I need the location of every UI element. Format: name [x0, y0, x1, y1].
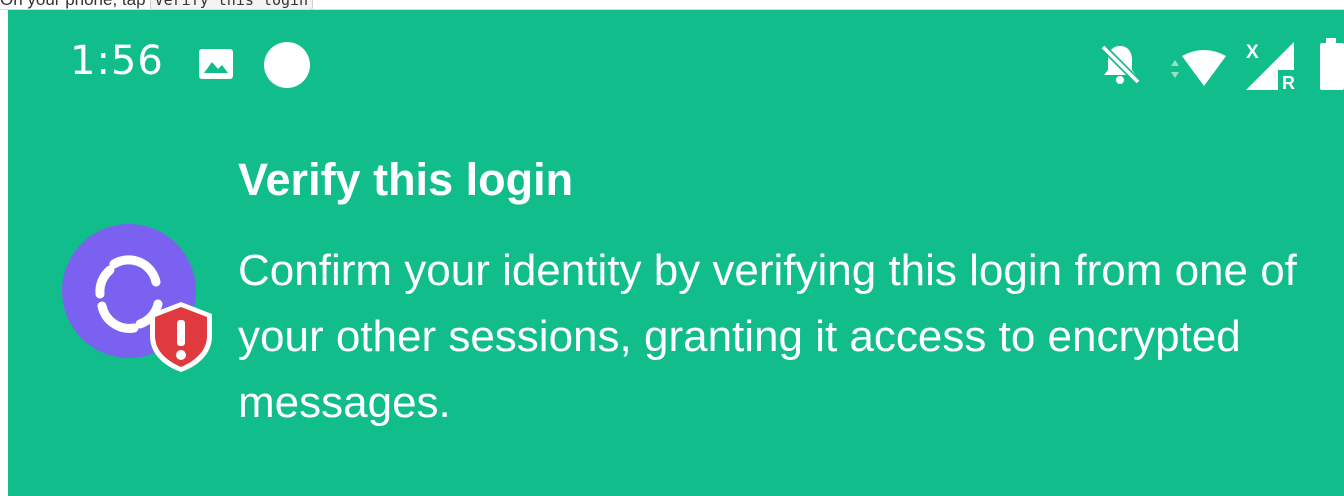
wifi-icon: [1171, 50, 1226, 86]
caption-instruction: On your phone, tap: [0, 0, 146, 9]
signal-icon: X R: [1246, 42, 1298, 92]
warning-shield-icon: [150, 302, 212, 372]
tutorial-caption: On your phone, tapVerify this login: [0, 0, 1344, 10]
notification-body[interactable]: Confirm your identity by verifying this …: [238, 238, 1318, 436]
status-clock: 1:56: [70, 38, 164, 84]
battery-icon: [1320, 38, 1344, 90]
caption-text: On your phone, tapVerify this login: [0, 0, 314, 9]
signal-r-label: R: [1282, 73, 1295, 92]
bell-off-icon: [1100, 44, 1141, 85]
circle-dot-icon: [264, 42, 310, 88]
status-bar: 1:56 X R: [8, 10, 1344, 120]
signal-x-label: X: [1246, 42, 1259, 63]
gallery-icon: [199, 49, 233, 79]
caption-code: Verify this login: [149, 0, 314, 9]
phone-screen: 1:56 X R Verify this login Confirm your …: [8, 10, 1344, 496]
notification-title[interactable]: Verify this login: [238, 150, 573, 210]
